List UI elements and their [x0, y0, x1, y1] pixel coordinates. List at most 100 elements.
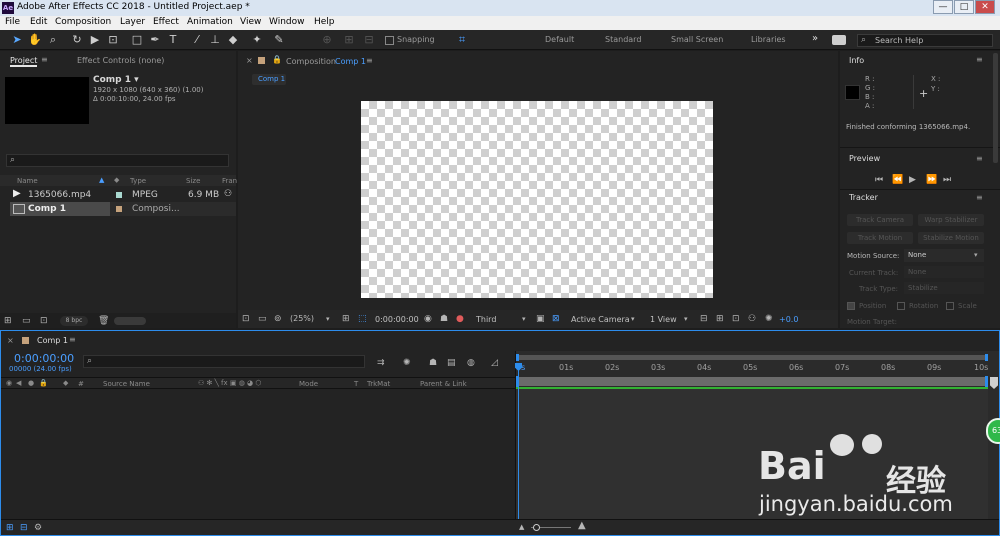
menu-help[interactable]: Help	[314, 17, 335, 27]
panel-menu-icon[interactable]: ≡	[976, 193, 983, 202]
workspace-small-screen[interactable]: Small Screen	[671, 35, 723, 44]
stabilize-motion-button[interactable]: Stabilize Motion	[918, 232, 984, 244]
comp-tab-name[interactable]: Comp 1	[335, 57, 366, 66]
panel-menu-icon[interactable]: ≡	[976, 154, 983, 163]
play-icon[interactable]: ▶	[909, 175, 916, 185]
timeline-tab[interactable]: Comp 1	[37, 336, 68, 345]
snapping-checkbox[interactable]	[385, 36, 394, 45]
snapshot-icon[interactable]: ◉	[424, 314, 432, 324]
menu-edit[interactable]: Edit	[30, 17, 47, 27]
current-time-indicator[interactable]	[518, 363, 519, 519]
warp-stabilizer-button[interactable]: Warp Stabilizer	[918, 214, 984, 226]
trash-icon[interactable]: 🗑	[98, 316, 109, 326]
track-motion-button[interactable]: Track Motion	[847, 232, 913, 244]
mask-visibility-icon[interactable]: ⊚	[274, 314, 282, 324]
close-button[interactable]: ✕	[975, 0, 995, 14]
search-help-field[interactable]: ⌕ Search Help	[857, 34, 993, 47]
frame-blending-icon[interactable]: ▤	[447, 358, 456, 368]
comp-navigator-tab[interactable]: Comp 1	[252, 74, 286, 85]
current-time-display[interactable]: 0:00:00:00	[14, 352, 74, 365]
column-mode[interactable]: Mode	[299, 380, 318, 388]
current-track-dropdown[interactable]: None	[904, 266, 984, 278]
roi-icon[interactable]: ⬚	[358, 314, 367, 324]
brush-tool-icon[interactable]: ⁄	[190, 33, 204, 47]
panel-menu-icon[interactable]: ≡	[41, 55, 48, 64]
roto-brush-tool-icon[interactable]: ✦	[250, 33, 264, 47]
panel-menu-icon[interactable]: ≡	[976, 55, 983, 64]
camera-chevron-down-icon[interactable]: ▾	[631, 314, 635, 324]
previous-frame-icon[interactable]: ⏪	[892, 175, 903, 185]
menu-animation[interactable]: Animation	[187, 17, 233, 27]
maximize-button[interactable]: □	[954, 0, 974, 14]
list-item[interactable]: ▶ 1365066.mp4 MPEG 6.9 MB ⚇	[0, 188, 236, 202]
timeline-icon[interactable]: ⊡	[732, 314, 740, 324]
comp-canvas[interactable]	[361, 101, 713, 298]
column-parent[interactable]: Parent & Link	[420, 380, 467, 388]
track-camera-button[interactable]: Track Camera	[847, 214, 913, 226]
monitor-icon[interactable]: ▭	[258, 314, 267, 324]
menu-composition[interactable]: Composition	[55, 17, 111, 27]
view-axis-icon[interactable]: ⊟	[362, 33, 376, 47]
viewer-area[interactable]	[238, 89, 838, 311]
label-color-swatch[interactable]	[116, 192, 122, 198]
new-folder-icon[interactable]: ▭	[22, 316, 31, 326]
comp-marker-bin-icon[interactable]	[990, 377, 998, 389]
exposure-icon[interactable]: ✺	[765, 314, 773, 324]
pan-behind-tool-icon[interactable]: ⊡	[106, 33, 120, 47]
type-tool-icon[interactable]: T	[166, 33, 180, 47]
menu-view[interactable]: View	[240, 17, 261, 27]
always-preview-icon[interactable]: ⊡	[242, 314, 250, 324]
time-graph[interactable]: 0s 01s 02s 03s 04s 05s 06s 07s 08s 09s 1…	[515, 351, 999, 519]
track-area[interactable]	[516, 389, 988, 519]
zoom-chevron-down-icon[interactable]: ▾	[326, 314, 330, 324]
shy-layers-icon[interactable]: ☗	[429, 358, 437, 368]
camera-tool-icon[interactable]: ▶	[88, 33, 102, 47]
interpret-footage-icon[interactable]: ⊞	[4, 316, 12, 326]
navigator-end-handle[interactable]	[985, 354, 988, 361]
time-ruler[interactable]: 0s 01s 02s 03s 04s 05s 06s 07s 08s 09s 1…	[516, 361, 1000, 376]
minimize-button[interactable]: —	[933, 0, 953, 14]
tab-effect-controls[interactable]: Effect Controls (none)	[77, 56, 164, 65]
layer-switches-toggle-icon[interactable]: ⊞	[6, 523, 14, 533]
layer-list[interactable]	[1, 389, 515, 519]
world-axis-icon[interactable]: ⊞	[342, 33, 356, 47]
comp-tab-label[interactable]: Composition	[286, 57, 336, 66]
camera-dropdown[interactable]: Active Camera	[571, 315, 630, 324]
menu-window[interactable]: Window	[269, 17, 305, 27]
motion-source-dropdown[interactable]: None ▾	[904, 249, 984, 262]
first-frame-icon[interactable]: ⏮	[875, 175, 883, 185]
fast-previews-icon[interactable]: ⊞	[716, 314, 724, 324]
right-panel-scrollbar[interactable]	[993, 53, 998, 163]
workspace-default[interactable]: Default	[545, 35, 574, 44]
flowchart-icon[interactable]: ⚇	[748, 314, 756, 324]
panel-menu-icon[interactable]: ≡	[69, 335, 76, 344]
more-workspaces-button[interactable]: »	[812, 33, 818, 44]
close-tab-icon[interactable]: ×	[7, 336, 14, 345]
new-composition-icon[interactable]: ⊡	[40, 316, 48, 326]
project-scrollbar[interactable]	[114, 317, 146, 325]
zoom-dropdown[interactable]: (25%)	[290, 314, 314, 323]
toggle-pixel-aspect-icon[interactable]: ⊟	[700, 314, 708, 324]
selection-tool-icon[interactable]: ➤	[10, 33, 24, 47]
menu-layer[interactable]: Layer	[120, 17, 145, 27]
transparency-grid-icon[interactable]: ⊠	[552, 314, 560, 324]
snap-options-icon[interactable]: ⌗	[455, 33, 469, 47]
column-source-name[interactable]: Source Name	[103, 380, 150, 388]
zoom-tool-icon[interactable]: ⌕	[46, 33, 60, 47]
show-snapshot-icon[interactable]: ☗	[440, 314, 448, 324]
tab-project[interactable]: Project	[10, 56, 38, 67]
transfer-controls-toggle-icon[interactable]: ⊟	[20, 523, 28, 533]
lock-icon[interactable]: 🔒	[272, 55, 282, 64]
hand-tool-icon[interactable]: ✋	[28, 33, 42, 47]
views-chevron-down-icon[interactable]: ▾	[684, 314, 688, 324]
column-t[interactable]: T	[354, 380, 358, 388]
zoom-out-icon[interactable]: ▲	[519, 522, 524, 532]
rotation-tool-icon[interactable]: ↻	[70, 33, 84, 47]
label-color-swatch[interactable]	[116, 206, 122, 212]
column-type[interactable]: Type	[130, 177, 146, 185]
clone-stamp-tool-icon[interactable]: ⊥	[208, 33, 222, 47]
timeline-search-input[interactable]: ⌕	[83, 355, 365, 368]
viewer-timecode[interactable]: 0:00:00:00	[375, 315, 419, 324]
pen-tool-icon[interactable]: ✒	[148, 33, 162, 47]
rectangle-tool-icon[interactable]: □	[130, 33, 144, 47]
